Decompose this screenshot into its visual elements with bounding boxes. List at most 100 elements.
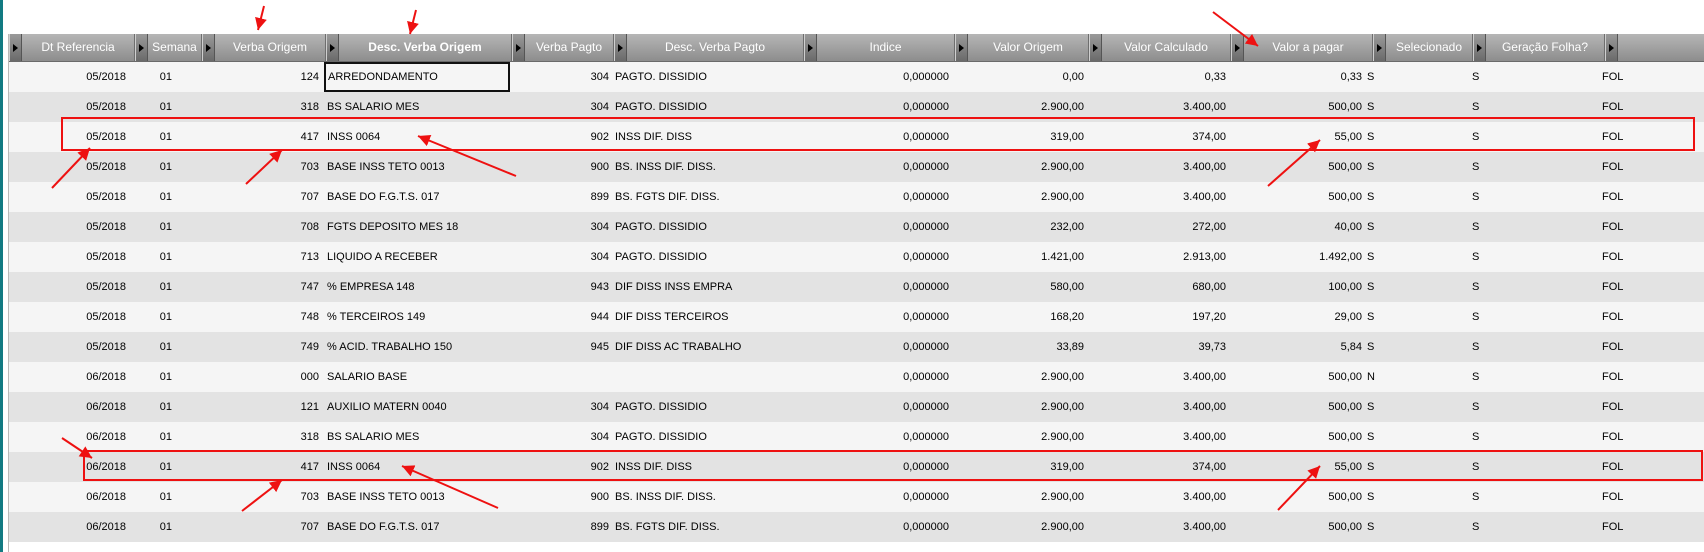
cell-valor-calculado[interactable]: 272,00 xyxy=(1089,212,1229,242)
cell-indice[interactable]: 0,000000 xyxy=(804,392,952,422)
cell-semana[interactable]: 01 xyxy=(135,242,175,272)
cell-dt[interactable]: 05/2018 xyxy=(9,332,129,362)
cell-valor-origem[interactable]: 232,00 xyxy=(955,212,1087,242)
cell-valor-calculado[interactable]: 3.400,00 xyxy=(1089,482,1229,512)
cell-valor-calculado[interactable]: 0,33 xyxy=(1089,62,1229,92)
cell-desc-verba-origem[interactable]: BS SALARIO MES xyxy=(324,92,510,122)
cell-geracao-folha[interactable]: FOL xyxy=(1599,452,1659,482)
cell-selecionado[interactable]: S xyxy=(1469,332,1509,362)
cell-s1[interactable]: S xyxy=(1364,152,1404,182)
cell-indice[interactable]: 0,000000 xyxy=(804,332,952,362)
table-row[interactable]: 05/2018 01 707 BASE DO F.G.T.S. 017 899 BS. F… xyxy=(9,182,1704,212)
cell-verba-origem[interactable]: 703 xyxy=(202,482,322,512)
cell-semana[interactable]: 01 xyxy=(135,362,175,392)
column-menu-arrow-icon[interactable] xyxy=(10,34,22,61)
cell-valor-calculado[interactable]: 2.913,00 xyxy=(1089,242,1229,272)
cell-geracao-folha[interactable]: FOL xyxy=(1599,392,1659,422)
cell-valor-calculado[interactable]: 3.400,00 xyxy=(1089,512,1229,542)
cell-semana[interactable]: 01 xyxy=(135,512,175,542)
cell-valor-a-pagar[interactable]: 500,00 xyxy=(1231,362,1365,392)
cell-valor-origem[interactable]: 2.900,00 xyxy=(955,182,1087,212)
cell-verba-pagto[interactable]: 899 xyxy=(512,512,612,542)
column-header-semana[interactable]: Semana xyxy=(135,34,202,61)
cell-selecionado[interactable]: S xyxy=(1469,482,1509,512)
cell-valor-origem[interactable]: 580,00 xyxy=(955,272,1087,302)
cell-verba-pagto[interactable]: 900 xyxy=(512,152,612,182)
table-row[interactable]: 05/2018 01 708 FGTS DEPOSITO MES 18 304 PAGTO… xyxy=(9,212,1704,242)
cell-indice[interactable]: 0,000000 xyxy=(804,482,952,512)
cell-geracao-folha[interactable]: FOL xyxy=(1599,332,1659,362)
cell-indice[interactable]: 0,000000 xyxy=(804,182,952,212)
cell-verba-origem[interactable]: 417 xyxy=(202,452,322,482)
cell-verba-origem[interactable]: 124 xyxy=(202,62,322,92)
cell-semana[interactable]: 01 xyxy=(135,152,175,182)
column-header-indice[interactable]: Indice xyxy=(804,34,955,61)
cell-valor-calculado[interactable]: 3.400,00 xyxy=(1089,422,1229,452)
cell-desc-verba-pagto[interactable]: DIF DISS AC TRABALHO xyxy=(612,332,802,362)
cell-selecionado[interactable]: S xyxy=(1469,302,1509,332)
cell-verba-origem[interactable]: 121 xyxy=(202,392,322,422)
cell-valor-calculado[interactable]: 3.400,00 xyxy=(1089,392,1229,422)
cell-verba-origem[interactable]: 703 xyxy=(202,152,322,182)
cell-valor-calculado[interactable]: 680,00 xyxy=(1089,272,1229,302)
cell-selecionado[interactable]: S xyxy=(1469,182,1509,212)
cell-semana[interactable]: 01 xyxy=(135,392,175,422)
cell-verba-origem[interactable]: 747 xyxy=(202,272,322,302)
cell-valor-a-pagar[interactable]: 29,00 xyxy=(1231,302,1365,332)
cell-valor-a-pagar[interactable]: 500,00 xyxy=(1231,152,1365,182)
cell-dt[interactable]: 06/2018 xyxy=(9,512,129,542)
cell-valor-origem[interactable]: 168,20 xyxy=(955,302,1087,332)
cell-desc-verba-pagto[interactable]: DIF DISS INSS EMPRA xyxy=(612,272,802,302)
column-header-valor-calculado[interactable]: Valor Calculado xyxy=(1089,34,1231,61)
cell-valor-origem[interactable]: 33,89 xyxy=(955,332,1087,362)
cell-desc-verba-pagto[interactable]: BS. FGTS DIF. DISS. xyxy=(612,512,802,542)
cell-valor-calculado[interactable]: 39,73 xyxy=(1089,332,1229,362)
column-menu-arrow-icon[interactable] xyxy=(1474,34,1486,61)
cell-dt[interactable]: 06/2018 xyxy=(9,482,129,512)
cell-indice[interactable]: 0,000000 xyxy=(804,152,952,182)
cell-semana[interactable]: 01 xyxy=(135,422,175,452)
cell-valor-calculado[interactable]: 3.400,00 xyxy=(1089,92,1229,122)
cell-indice[interactable]: 0,000000 xyxy=(804,512,952,542)
cell-dt[interactable]: 06/2018 xyxy=(9,362,129,392)
cell-dt[interactable]: 06/2018 xyxy=(9,422,129,452)
cell-verba-pagto[interactable]: 304 xyxy=(512,92,612,122)
cell-indice[interactable]: 0,000000 xyxy=(804,302,952,332)
cell-s1[interactable]: S xyxy=(1364,212,1404,242)
cell-desc-verba-pagto[interactable] xyxy=(612,362,802,392)
table-row[interactable]: 05/2018 01 749% ACID. TRABALHO 150 945 DIF D… xyxy=(9,332,1704,362)
column-header-geracao-folha[interactable]: Geração Folha? xyxy=(1473,34,1605,61)
cell-s1[interactable]: S xyxy=(1364,272,1404,302)
table-row[interactable]: 06/2018 01 121 AUXILIO MATERN 0040 304 PAGTO.… xyxy=(9,392,1704,422)
cell-s1[interactable]: S xyxy=(1364,422,1404,452)
table-row[interactable]: 06/2018 01 000 SALARIO BASE 0,000000 2.900,00… xyxy=(9,362,1704,392)
cell-verba-pagto[interactable]: 304 xyxy=(512,212,612,242)
cell-valor-calculado[interactable]: 3.400,00 xyxy=(1089,152,1229,182)
cell-dt[interactable]: 06/2018 xyxy=(9,452,129,482)
cell-valor-a-pagar[interactable]: 1.492,00 xyxy=(1231,242,1365,272)
cell-selecionado[interactable]: S xyxy=(1469,152,1509,182)
column-menu-arrow-icon[interactable] xyxy=(203,34,215,61)
cell-geracao-folha[interactable]: FOL xyxy=(1599,122,1659,152)
cell-dt[interactable]: 05/2018 xyxy=(9,152,129,182)
cell-valor-a-pagar[interactable]: 100,00 xyxy=(1231,272,1365,302)
cell-verba-pagto[interactable]: 304 xyxy=(512,422,612,452)
cell-geracao-folha[interactable]: FOL xyxy=(1599,92,1659,122)
table-row[interactable]: 05/2018 01 318 BS SALARIO MES 304 PAGTO. DISS… xyxy=(9,92,1704,122)
cell-selecionado[interactable]: S xyxy=(1469,452,1509,482)
cell-desc-verba-pagto[interactable]: PAGTO. DISSIDIO xyxy=(612,62,802,92)
cell-indice[interactable]: 0,000000 xyxy=(804,242,952,272)
cell-s1[interactable]: S xyxy=(1364,392,1404,422)
cell-valor-origem[interactable]: 319,00 xyxy=(955,122,1087,152)
column-menu-arrow-icon[interactable] xyxy=(1606,34,1618,61)
table-row[interactable]: 06/2018 01 707 BASE DO F.G.T.S. 017 899 BS. F… xyxy=(9,512,1704,542)
cell-desc-verba-pagto[interactable]: PAGTO. DISSIDIO xyxy=(612,422,802,452)
cell-dt[interactable]: 05/2018 xyxy=(9,242,129,272)
cell-selecionado[interactable]: S xyxy=(1469,62,1509,92)
cell-dt[interactable]: 05/2018 xyxy=(9,272,129,302)
cell-semana[interactable]: 01 xyxy=(135,92,175,122)
cell-valor-a-pagar[interactable]: 500,00 xyxy=(1231,392,1365,422)
table-row[interactable]: 05/2018 01 713 LIQUIDO A RECEBER 304 PAGTO. D… xyxy=(9,242,1704,272)
cell-geracao-folha[interactable]: FOL xyxy=(1599,62,1659,92)
cell-desc-verba-origem[interactable]: LIQUIDO A RECEBER xyxy=(324,242,510,272)
